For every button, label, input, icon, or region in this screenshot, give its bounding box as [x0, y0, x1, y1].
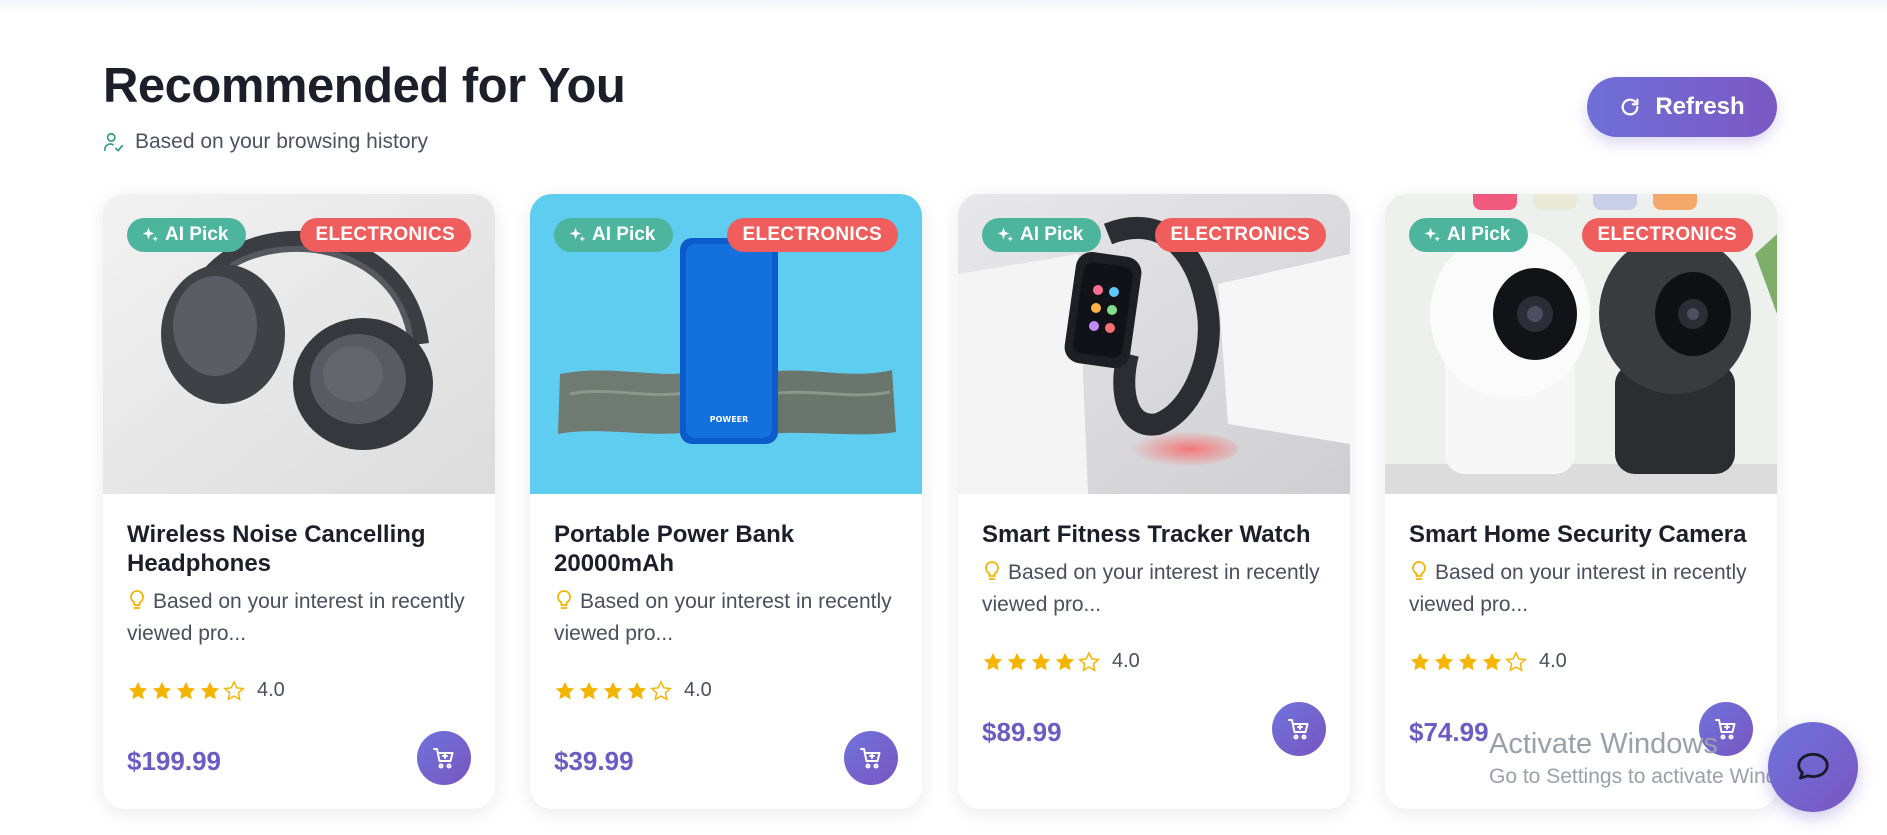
rating-value: 4.0 — [1539, 650, 1567, 672]
star-icon — [579, 681, 599, 699]
add-to-cart-button[interactable] — [1272, 702, 1326, 756]
sparkle-icon — [1424, 227, 1441, 242]
product-image[interactable]: AI Pick ELECTRONICS — [103, 194, 495, 494]
chat-bubble-icon — [1797, 752, 1829, 780]
lightbulb-icon — [985, 561, 999, 580]
star-outline-icon — [1505, 650, 1527, 672]
product-title[interactable]: Portable Power Bank 20000mAh — [554, 520, 904, 578]
subtitle: Based on your browsing history — [103, 130, 428, 154]
chat-button[interactable] — [1768, 722, 1858, 812]
star-icon — [128, 681, 148, 699]
lightbulb-icon — [130, 590, 144, 609]
device-label: POWEER — [710, 415, 749, 424]
rating: 4.0 — [1409, 650, 1567, 673]
page-title: Recommended for You — [103, 59, 626, 113]
top-edge — [0, 0, 1887, 14]
star-icon — [1434, 652, 1454, 670]
rating-value: 4.0 — [257, 679, 285, 701]
product-card[interactable]: POWEER AI Pick ELECTRONICS Portable Powe… — [530, 194, 922, 809]
rating-value: 4.0 — [1112, 650, 1140, 672]
star-icon — [1007, 652, 1027, 670]
star-icon — [152, 681, 172, 699]
sparkle-icon — [569, 227, 586, 242]
star-icon — [1410, 652, 1430, 670]
category-badge: ELECTRONICS — [299, 218, 471, 252]
star-icon — [200, 681, 220, 699]
ai-pick-badge: AI Pick — [1409, 218, 1529, 252]
price: $89.99 — [982, 717, 1062, 747]
subtitle-text: Based on your browsing history — [135, 130, 428, 153]
star-icon — [603, 681, 623, 699]
recommendation-reason: Based on your interest in recently viewe… — [554, 590, 892, 645]
rating-value: 4.0 — [684, 679, 712, 701]
lightbulb-icon — [1412, 561, 1426, 580]
category-badge: ELECTRONICS — [1581, 218, 1753, 252]
ai-pick-badge: AI Pick — [127, 218, 247, 252]
recommendation-reason: Based on your interest in recently viewe… — [982, 561, 1320, 616]
star-icon — [1055, 652, 1075, 670]
star-outline-icon — [650, 679, 672, 701]
product-title[interactable]: Smart Home Security Camera — [1409, 520, 1759, 549]
cart-plus-icon — [1288, 719, 1309, 740]
product-card[interactable]: AI Pick ELECTRONICS Smart Home Security … — [1385, 194, 1777, 809]
cart-plus-icon — [860, 748, 881, 769]
price: $74.99 — [1409, 717, 1489, 747]
star-icon — [555, 681, 575, 699]
product-image[interactable]: AI Pick ELECTRONICS — [1385, 194, 1777, 494]
price: $39.99 — [554, 746, 634, 776]
sparkle-icon — [142, 227, 159, 242]
refresh-icon — [1621, 98, 1639, 116]
refresh-label: Refresh — [1655, 93, 1745, 120]
lightbulb-icon — [557, 590, 571, 609]
user-check-icon — [104, 132, 124, 152]
product-title[interactable]: Wireless Noise Cancelling Headphones — [127, 520, 477, 578]
ai-pick-badge: AI Pick — [982, 218, 1102, 252]
star-icon — [1031, 652, 1051, 670]
cart-plus-icon — [433, 748, 454, 769]
rating: 4.0 — [982, 650, 1140, 673]
product-image[interactable]: AI Pick ELECTRONICS — [958, 194, 1350, 494]
ai-pick-badge: AI Pick — [554, 218, 674, 252]
star-icon — [1458, 652, 1478, 670]
recommendation-reason: Based on your interest in recently viewe… — [1409, 561, 1747, 616]
star-icon — [176, 681, 196, 699]
sparkle-icon — [997, 227, 1014, 242]
rating: 4.0 — [127, 679, 285, 702]
star-icon — [627, 681, 647, 699]
add-to-cart-button[interactable] — [844, 731, 898, 785]
category-badge: ELECTRONICS — [1154, 218, 1326, 252]
refresh-button[interactable]: Refresh — [1587, 77, 1777, 137]
star-outline-icon — [1078, 650, 1100, 672]
star-icon — [983, 652, 1003, 670]
product-card[interactable]: AI Pick ELECTRONICS Smart Fitness Tracke… — [958, 194, 1350, 809]
product-title[interactable]: Smart Fitness Tracker Watch — [982, 520, 1332, 549]
price: $199.99 — [127, 746, 221, 776]
star-icon — [1482, 652, 1502, 670]
product-image[interactable]: POWEER AI Pick ELECTRONICS — [530, 194, 922, 494]
recommendation-reason: Based on your interest in recently viewe… — [127, 590, 465, 645]
star-outline-icon — [223, 679, 245, 701]
product-card[interactable]: AI Pick ELECTRONICS Wireless Noise Cance… — [103, 194, 495, 809]
category-badge: ELECTRONICS — [726, 218, 898, 252]
rating: 4.0 — [554, 679, 712, 702]
add-to-cart-button[interactable] — [417, 731, 471, 785]
